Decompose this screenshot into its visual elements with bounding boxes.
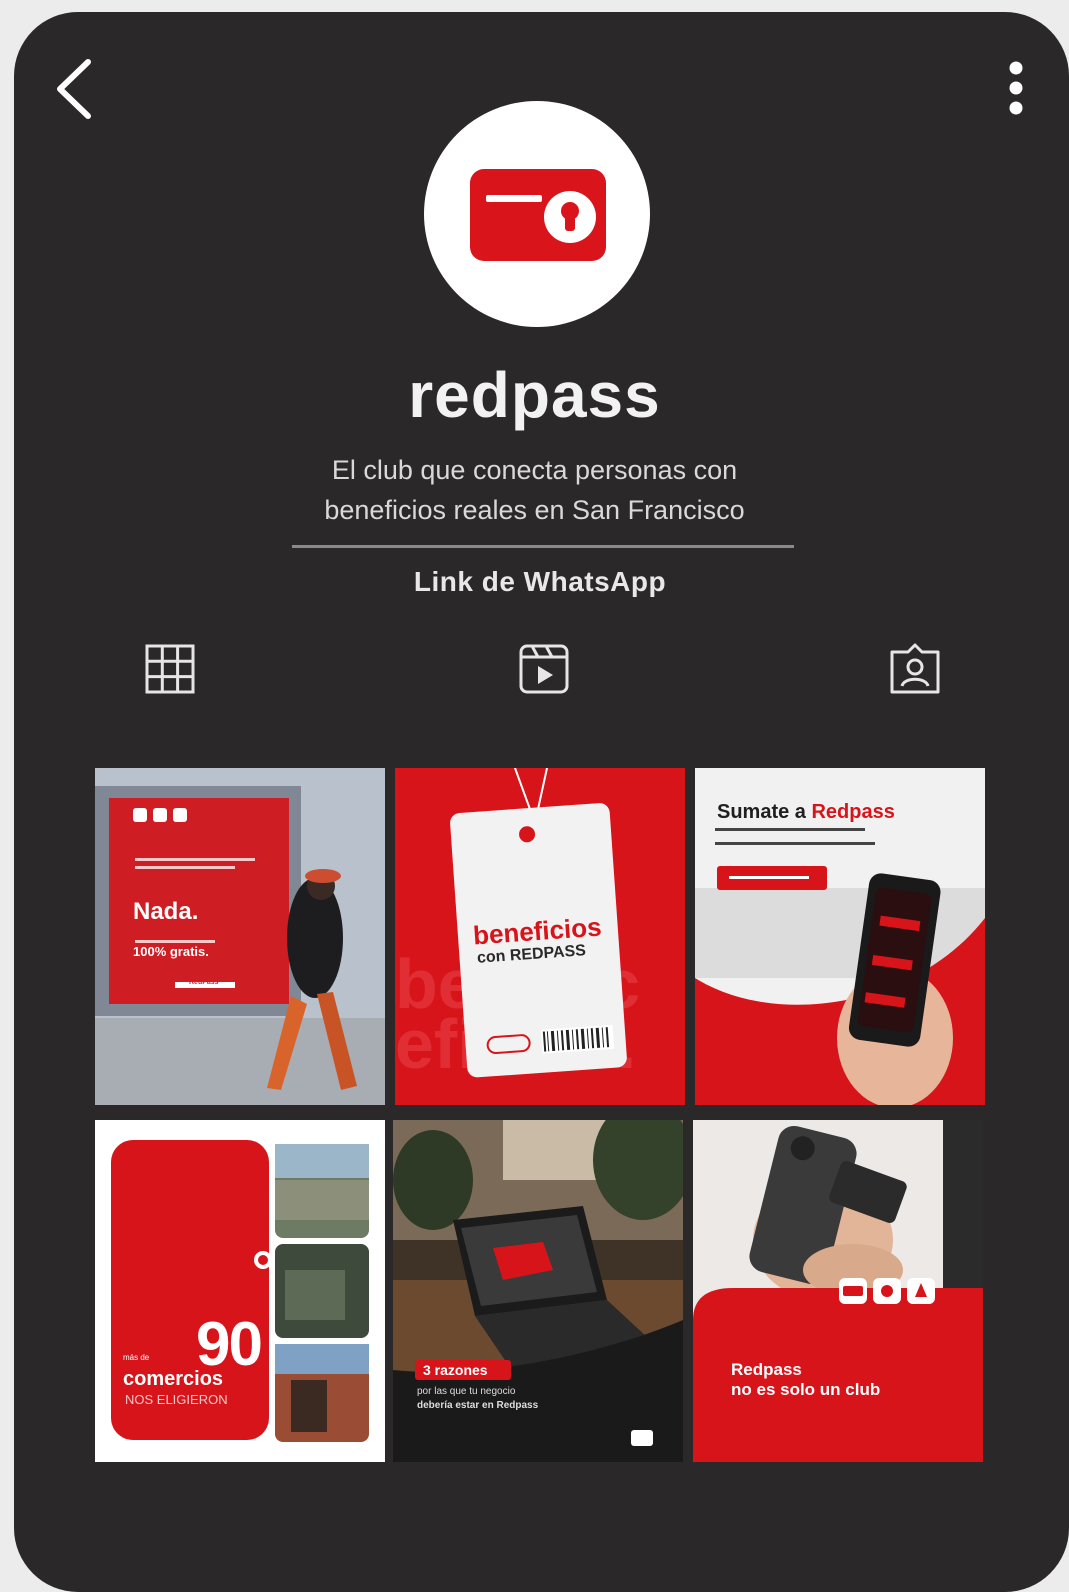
post-3-title-b: Redpass	[811, 801, 895, 823]
post-3-title-a: Sumate a	[717, 801, 812, 823]
tab-posts-grid[interactable]	[140, 640, 200, 700]
post-4-image	[95, 1120, 385, 1462]
post-3-title: Sumate a Redpass	[717, 801, 895, 824]
more-options-button[interactable]	[996, 58, 1036, 122]
profile-username: redpass	[408, 359, 661, 431]
redpass-logo-icon	[470, 169, 606, 261]
post-1-image	[95, 768, 385, 1105]
post-6-title: Redpass no es solo un club	[731, 1360, 880, 1400]
post-5-tag: 3 razones	[423, 1362, 488, 1378]
post-4-word: comercios	[123, 1368, 224, 1390]
post-thumbnail-4[interactable]: 90 más de comercios NOS ELIGIERON	[95, 1120, 385, 1462]
chevron-left-icon	[57, 59, 91, 119]
post-thumbnail-5[interactable]: 3 razones por las que tu negocio debería…	[393, 1120, 683, 1462]
more-vertical-icon	[1009, 61, 1023, 115]
post-6-title1: Redpass	[731, 1360, 802, 1379]
post-4-number: 90	[196, 1310, 263, 1379]
profile-avatar[interactable]	[424, 101, 650, 327]
tab-tagged[interactable]	[885, 640, 945, 700]
post-4-sub: NOS ELIGIERON	[125, 1392, 228, 1407]
post-6-image	[693, 1120, 983, 1462]
post-thumbnail-6[interactable]: Redpass no es solo un club	[693, 1120, 983, 1462]
post-5-line1: por las que tu negocio	[417, 1386, 516, 1397]
reels-icon	[519, 644, 569, 694]
grid-icon	[145, 644, 195, 694]
post-1-badge: RedPass	[189, 979, 219, 986]
bio-line: beneficios reales en San Francisco	[324, 495, 745, 525]
post-thumbnail-2[interactable]: benefic eficios. beneficio	[395, 768, 685, 1105]
post-thumbnail-1[interactable]: Nada. 100% gratis. RedPass	[95, 768, 385, 1105]
bio-line: El club que conecta personas con	[331, 455, 738, 485]
tab-reels[interactable]	[514, 640, 574, 700]
post-1-line: 100% gratis.	[133, 944, 209, 959]
tagged-user-icon	[890, 643, 940, 694]
back-button[interactable]	[48, 52, 108, 126]
whatsapp-link[interactable]: Link de WhatsApp	[0, 566, 1069, 598]
profile-bio: El club que conecta personas con benefic…	[0, 450, 1069, 530]
posts-grid: Nada. 100% gratis. RedPass benefic efici…	[95, 768, 985, 1462]
post-4-pre: más de	[123, 1353, 150, 1362]
post-thumbnail-3[interactable]: Sumate a Redpass	[695, 768, 985, 1105]
post-5-line2: debería estar en Redpass	[417, 1400, 539, 1411]
post-1-headline: Nada.	[133, 898, 199, 925]
post-6-title2: no es solo un club	[731, 1380, 881, 1399]
divider	[292, 545, 794, 548]
